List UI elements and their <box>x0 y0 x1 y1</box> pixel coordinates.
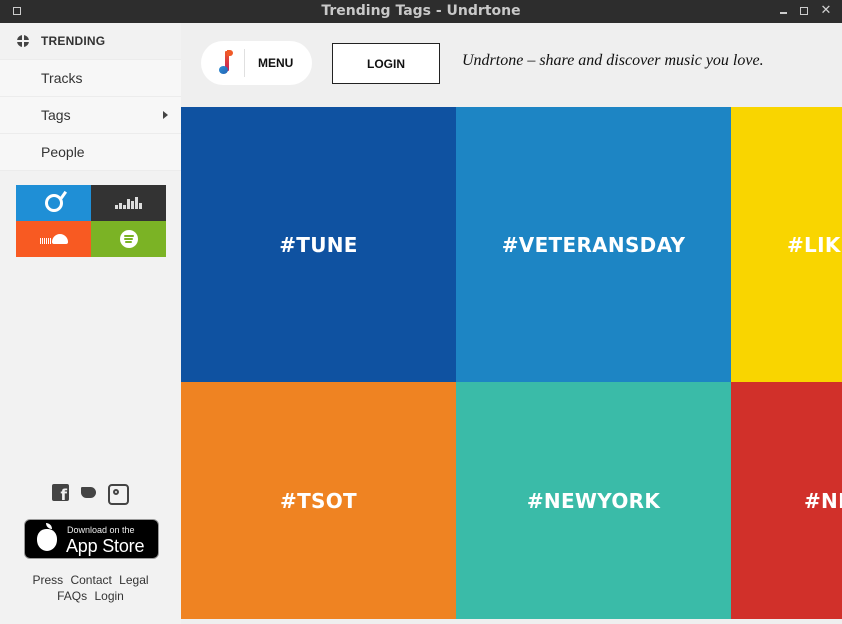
tag-tile-tsot[interactable]: #TSOT <box>181 382 456 619</box>
sidebar-item-tracks[interactable]: Tracks <box>0 59 181 96</box>
footer-links-row1: Press Contact Legal <box>0 573 181 587</box>
trending-heading[interactable]: TRENDING <box>0 23 181 59</box>
apple-icon <box>37 523 57 551</box>
app-store-badge[interactable]: Download on the App Store <box>24 519 159 559</box>
chevron-right-icon <box>163 111 168 119</box>
tag-tile-newyork[interactable]: #NEWYORK <box>456 382 731 619</box>
sidebar-item-people[interactable]: People <box>0 133 181 171</box>
facebook-icon[interactable] <box>52 484 69 504</box>
sidebar-item-label: Tags <box>41 107 71 123</box>
sidebar: TRENDING Tracks Tags People Download <box>0 23 182 624</box>
window-titlebar: Trending Tags - Undrtone ✕ <box>0 0 842 24</box>
trending-label: TRENDING <box>41 34 106 48</box>
tag-label: #TUNE <box>279 232 358 257</box>
tag-label: #LIKE <box>787 232 842 257</box>
tag-tile-like[interactable]: #LIKE <box>731 107 842 382</box>
footer-link-contact[interactable]: Contact <box>70 573 111 587</box>
spotify-icon <box>119 230 138 248</box>
sidebar-item-tags[interactable]: Tags <box>0 96 181 133</box>
sidebar-item-label: People <box>41 144 85 160</box>
instagram-icon[interactable] <box>108 484 129 505</box>
divider <box>244 49 245 77</box>
tag-tile-ne[interactable]: #NE <box>731 382 842 619</box>
appstore-big-text: App Store <box>66 536 145 556</box>
tag-label: #NEWYORK <box>526 488 661 513</box>
close-icon[interactable]: ✕ <box>819 4 833 18</box>
tag-label: #TSOT <box>280 488 357 513</box>
sidebar-item-label: Tracks <box>41 70 83 86</box>
tag-tile-veteransday[interactable]: #VETERANSDAY <box>456 107 731 382</box>
appstore-small-text: Download on the <box>67 525 135 535</box>
social-links <box>52 484 129 505</box>
minimize-icon[interactable] <box>776 4 790 18</box>
rdio-icon <box>44 194 63 212</box>
menu-button[interactable]: MENU <box>201 41 312 85</box>
music-services-grid <box>16 185 166 257</box>
footer-link-faqs[interactable]: FAQs <box>57 589 87 603</box>
footer-link-legal[interactable]: Legal <box>119 573 148 587</box>
tagline: Undrtone – share and discover music you … <box>462 52 764 69</box>
undrtone-logo-icon <box>217 49 233 77</box>
login-button[interactable]: LOGIN <box>332 43 440 84</box>
tag-label: #VETERANSDAY <box>501 232 686 257</box>
footer-links-row2: FAQs Login <box>0 589 181 603</box>
window-title: Trending Tags - Undrtone <box>321 3 521 19</box>
footer-link-press[interactable]: Press <box>32 573 63 587</box>
tag-tile-tune[interactable]: #TUNE <box>181 107 456 382</box>
spotify-button[interactable] <box>91 221 166 257</box>
twitter-icon[interactable] <box>80 484 97 501</box>
maximize-icon[interactable] <box>797 4 811 18</box>
footer-link-login[interactable]: Login <box>94 589 123 603</box>
header: MENU LOGIN Undrtone – share and discover… <box>181 23 842 107</box>
main-content: MENU LOGIN Undrtone – share and discover… <box>181 23 842 624</box>
deezer-button[interactable] <box>91 185 166 221</box>
deezer-icon <box>115 197 142 209</box>
soundcloud-icon <box>39 234 68 244</box>
rdio-button[interactable] <box>16 185 91 221</box>
soundcloud-button[interactable] <box>16 221 91 257</box>
tag-label: #NE <box>804 488 842 513</box>
globe-icon <box>17 35 29 47</box>
menu-label: MENU <box>258 56 294 70</box>
